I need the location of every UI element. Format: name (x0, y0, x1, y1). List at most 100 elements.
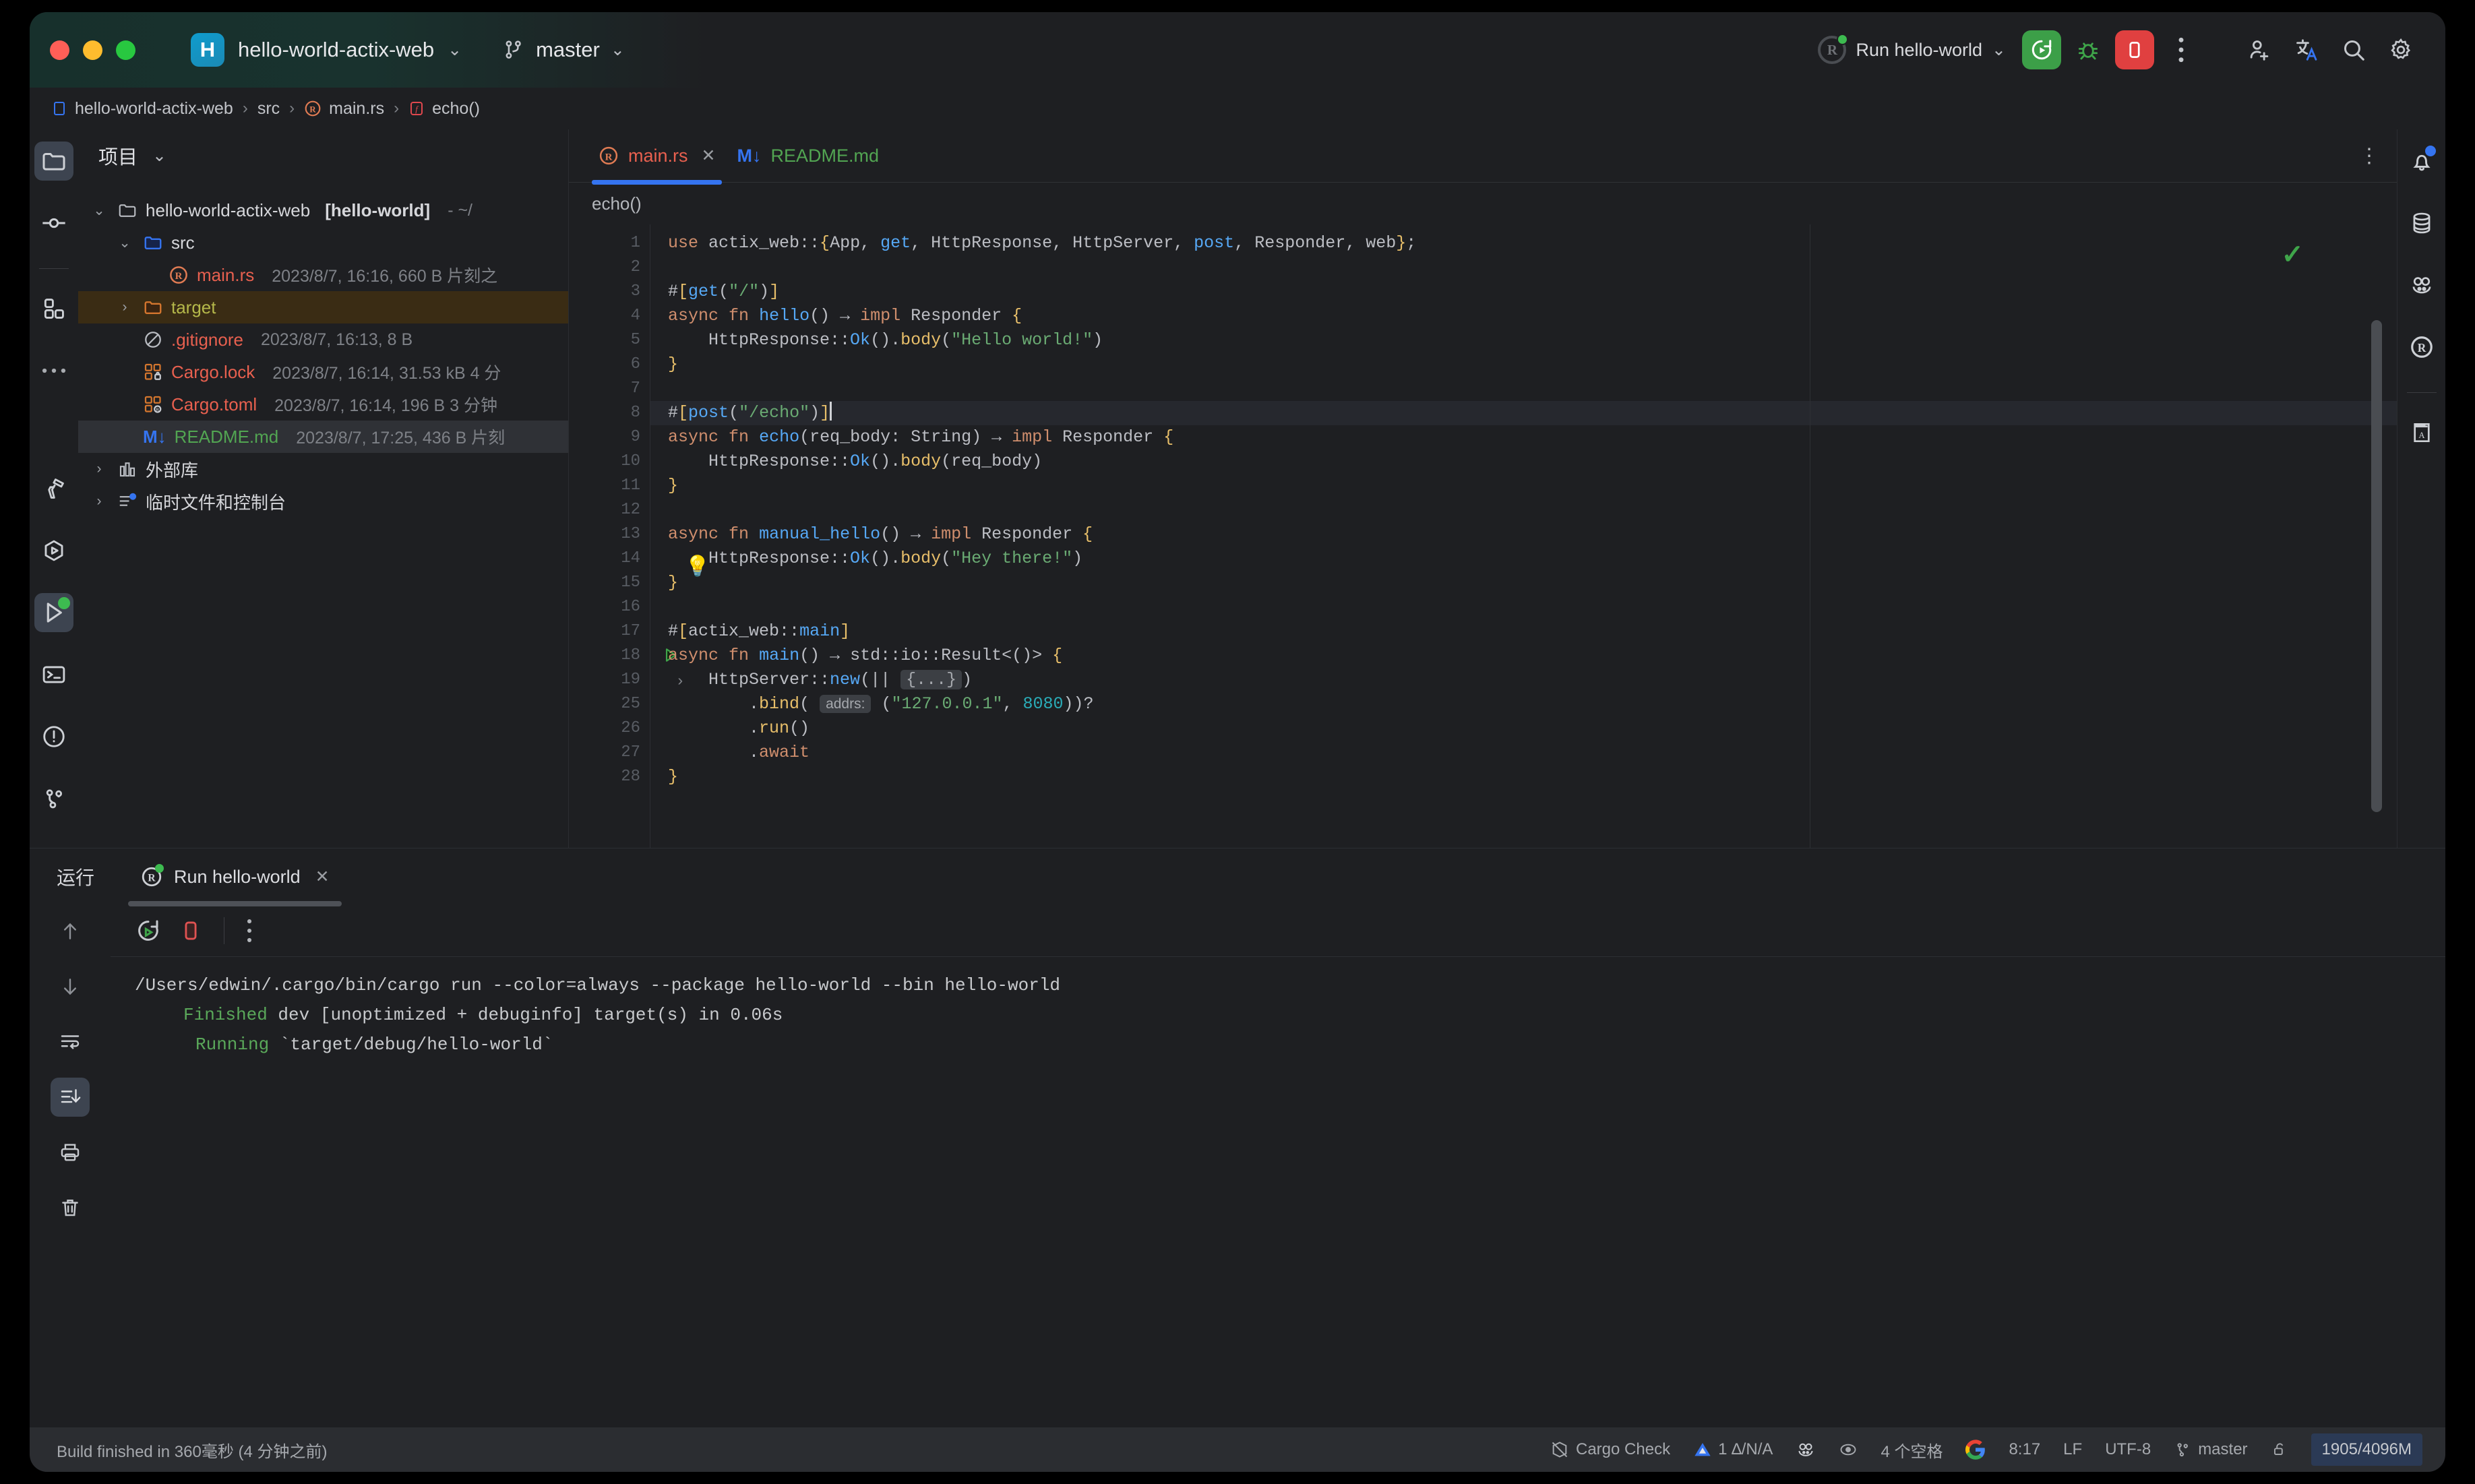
inspection-ok-icon[interactable]: ✓ (2281, 239, 2304, 270)
console-output[interactable]: /Users/edwin/.cargo/bin/cargo run --colo… (111, 956, 2445, 1427)
run-configuration-selector[interactable]: R Run hello-world ⌄ (1808, 30, 2015, 69)
code-line[interactable]: HttpServer::new(|| {...}) (650, 668, 2397, 692)
code-line[interactable]: async fn manual_hello() → impl Responder… (650, 522, 2397, 547)
run-tool-button[interactable] (34, 593, 73, 632)
scroll-down-button[interactable] (51, 967, 90, 1006)
code-line[interactable]: .bind( addrs: ("127.0.0.1", 8080))? (650, 692, 2397, 716)
debug-button[interactable] (2068, 30, 2108, 70)
translate-button[interactable] (2286, 30, 2327, 70)
line-number[interactable]: 6 (569, 352, 650, 377)
clear-output-button[interactable] (51, 1188, 90, 1227)
tree-node[interactable]: ⌄ src (78, 226, 568, 259)
breadcrumb-item-src[interactable]: src (257, 99, 280, 119)
run-anything-button[interactable] (34, 531, 73, 570)
chevron-down-icon[interactable]: ⌄ (89, 202, 109, 219)
add-user-button[interactable] (2239, 30, 2280, 70)
build-tool-button[interactable] (34, 469, 73, 508)
code-line[interactable] (650, 377, 2397, 401)
tree-node[interactable]: ›Cargo.lock2023/8/7, 16:14, 31.53 kB 4 分 (78, 356, 568, 388)
line-number[interactable]: 4 (569, 304, 650, 328)
breadcrumb-item-file[interactable]: R main.rs (304, 99, 384, 119)
status-inspections[interactable]: 1 ∆/N/A (1693, 1440, 1773, 1459)
status-cargo-check[interactable]: Cargo Check (1550, 1440, 1670, 1459)
line-number[interactable]: 2 (569, 255, 650, 280)
line-number[interactable]: 10 (569, 450, 650, 474)
vcs-branch-selector[interactable]: master ⌄ (502, 38, 625, 62)
line-number[interactable]: 3 (569, 280, 650, 304)
code-line[interactable]: .await (650, 741, 2397, 765)
status-indent[interactable]: 4 个空格 (1881, 1438, 1943, 1462)
code-line[interactable]: async fn hello() → impl Responder { (650, 304, 2397, 328)
git-tool-button[interactable] (34, 779, 73, 818)
folded-block-placeholder[interactable]: {...} (900, 670, 963, 689)
tree-node[interactable]: ⌄ hello-world-actix-web [hello-world] - ~/ (78, 194, 568, 226)
rust-tool-button[interactable]: R (2402, 328, 2441, 367)
status-encoding[interactable]: UTF-8 (2105, 1440, 2151, 1459)
maximize-window-button[interactable] (116, 40, 135, 60)
print-button[interactable] (51, 1133, 90, 1172)
line-number[interactable]: 19 › (569, 668, 685, 692)
more-tools-button[interactable] (34, 351, 73, 390)
code-line[interactable]: } (650, 571, 2397, 595)
status-plugins[interactable] (1796, 1440, 1816, 1460)
stop-button[interactable] (2115, 30, 2154, 69)
line-number[interactable]: 8 (569, 401, 650, 425)
editor-function-breadcrumb[interactable]: echo() (569, 183, 2397, 224)
rerun-output-button[interactable] (135, 917, 162, 944)
line-number[interactable]: 28 (569, 765, 650, 789)
line-number[interactable]: 25 (569, 692, 650, 716)
code-line[interactable]: HttpResponse::Ok().body(req_body) (650, 450, 2397, 474)
code-line[interactable]: HttpResponse::Ok().body("Hey there!") (650, 547, 2397, 571)
tree-node[interactable]: ›Rmain.rs2023/8/7, 16:16, 660 B 片刻之 (78, 259, 568, 291)
chevron-down-icon[interactable]: ⌄ (152, 147, 166, 164)
plugins-tool-button[interactable] (34, 289, 73, 328)
close-icon[interactable]: ✕ (315, 867, 330, 887)
status-translate-engine[interactable] (1965, 1440, 1986, 1460)
line-number[interactable]: 15 (569, 571, 650, 595)
line-number[interactable]: 26 (569, 716, 650, 741)
run-tab-hello-world[interactable]: R Run hello-world ✕ (128, 848, 342, 906)
status-time[interactable]: 8:17 (2009, 1440, 2040, 1459)
minimize-window-button[interactable] (83, 40, 102, 60)
line-number[interactable]: 1 (569, 231, 650, 255)
breadcrumb-item-function[interactable]: f echo() (408, 99, 480, 119)
plugins-face-tool-button[interactable] (2402, 266, 2441, 305)
stop-output-button[interactable] (179, 919, 202, 942)
line-number[interactable]: 16 (569, 595, 650, 619)
code-line[interactable] (650, 498, 2397, 522)
chevron-right-icon[interactable]: › (89, 493, 109, 509)
code-line[interactable]: async fn main() → std::io::Result<()> { (650, 644, 2397, 668)
tree-node[interactable]: ›RCargo.toml2023/8/7, 16:14, 196 B 3 分钟 (78, 388, 568, 421)
status-line-separator[interactable]: LF (2063, 1440, 2082, 1459)
code-line[interactable]: async fn echo(req_body: String) → impl R… (650, 425, 2397, 450)
line-number[interactable]: 13 (569, 522, 650, 547)
scroll-to-end-button[interactable] (51, 1078, 90, 1117)
line-number[interactable]: 14 (569, 547, 650, 571)
window-controls[interactable] (50, 40, 135, 60)
rerun-button[interactable] (2022, 30, 2061, 69)
code-lines[interactable]: use actix_web::{App, get, HttpResponse, … (650, 224, 2397, 848)
line-number-gutter[interactable]: 1 2 3 4 5 6 7 8 9 10 11 12 13 14 15 16 17 18 19 › 25 26 27 28 (569, 224, 685, 848)
code-line[interactable] (650, 255, 2397, 280)
notifications-tool-button[interactable] (2402, 142, 2441, 181)
code-line[interactable]: .run() (650, 716, 2397, 741)
tree-node[interactable]: › target (78, 291, 568, 323)
tree-node[interactable]: ›.gitignore2023/8/7, 16:13, 8 B (78, 323, 568, 356)
code-line[interactable]: } (650, 352, 2397, 377)
run-output-more-button[interactable] (246, 918, 253, 944)
intention-bulb-icon[interactable]: 💡 (685, 555, 710, 578)
editor-tabs-more-button[interactable]: ⋮ (2359, 144, 2379, 168)
chevron-right-icon[interactable]: › (115, 299, 135, 315)
project-panel-header[interactable]: 项目 ⌄ (78, 129, 568, 182)
code-line[interactable]: } (650, 474, 2397, 498)
search-button[interactable] (2333, 30, 2374, 70)
code-line[interactable]: #[actix_web::main] (650, 619, 2397, 644)
status-reader-mode[interactable] (1839, 1440, 1858, 1459)
code-line[interactable]: use actix_web::{App, get, HttpResponse, … (650, 231, 2397, 255)
line-number[interactable]: 18 (569, 644, 677, 668)
close-window-button[interactable] (50, 40, 69, 60)
line-number[interactable]: 9 (569, 425, 650, 450)
tree-node[interactable]: › 临时文件和控制台 (78, 485, 568, 518)
tree-node[interactable]: › 外部库 (78, 453, 568, 485)
status-memory-indicator[interactable]: 1905/4096M (2311, 1433, 2422, 1466)
